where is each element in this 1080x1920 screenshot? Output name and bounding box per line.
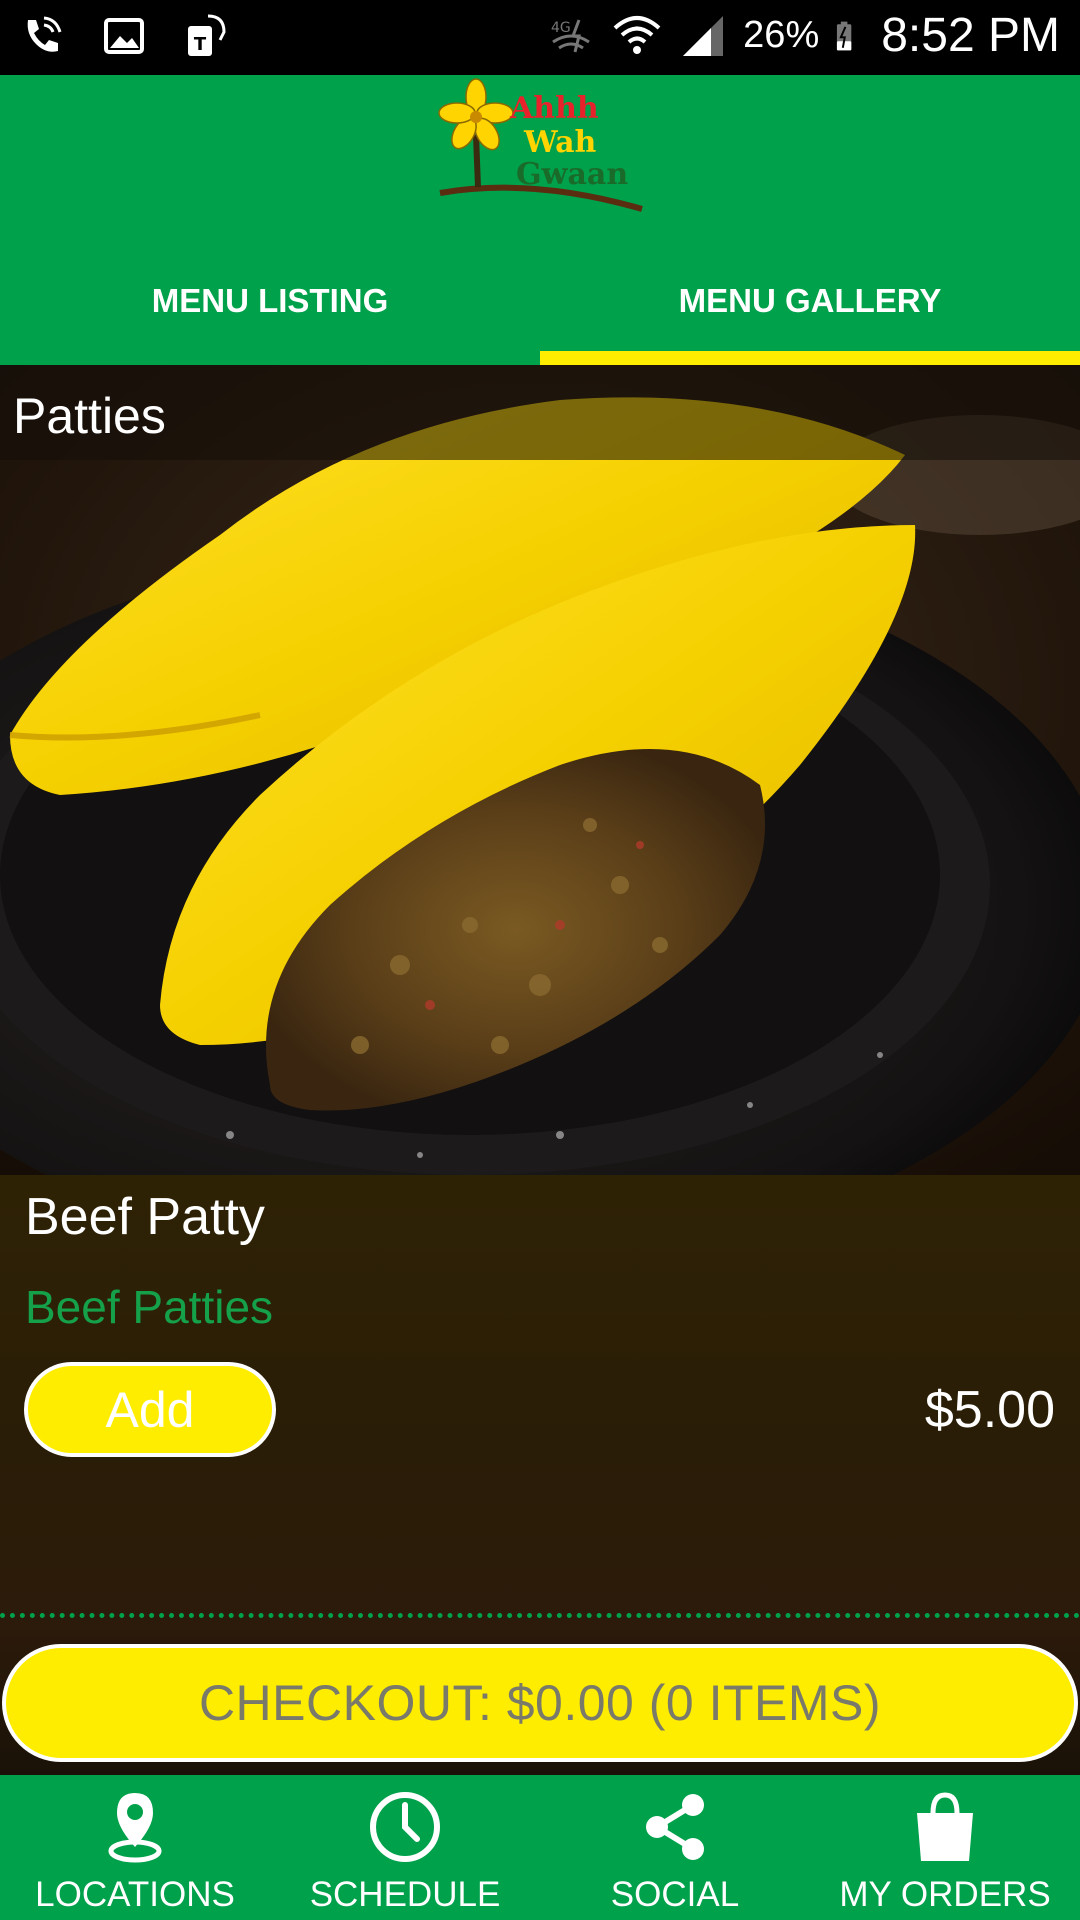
battery-percent: 26% — [743, 14, 820, 56]
nav-label-locations: LOCATIONS — [35, 1875, 235, 1914]
signal-icon — [683, 15, 724, 56]
app-header: Ahhh Wah Gwaan MENU LISTING MENU GALLERY — [0, 75, 1080, 365]
svg-text:T: T — [194, 34, 207, 55]
status-bar: T 4G 26% 8:52 PM — [0, 0, 1080, 75]
shopping-bag-icon — [917, 1792, 973, 1861]
logo-text-line-1: Ahhh — [510, 91, 599, 126]
item-price: $5.00 — [924, 1381, 1055, 1439]
share-icon — [646, 1794, 704, 1860]
nav-label-my-orders: MY ORDERS — [839, 1875, 1051, 1914]
wifi-icon — [613, 15, 661, 54]
checkout-button[interactable]: CHECKOUT: $0.00 (0 ITEMS) — [2, 1644, 1078, 1762]
lte-data-icon: 4G — [551, 18, 591, 52]
menu-item-photo — [0, 365, 1080, 1175]
nav-social[interactable]: SOCIAL — [540, 1775, 810, 1920]
menu-item-panel: Beef Patty Beef Patties Add $5.00 CHECKO… — [0, 1175, 1080, 1775]
category-title: Patties — [13, 388, 166, 444]
location-pin-icon — [108, 1793, 162, 1863]
brand-logo: Ahhh Wah Gwaan — [432, 75, 648, 215]
clock-time: 8:52 PM — [881, 9, 1060, 62]
tab-menu-gallery[interactable]: MENU GALLERY — [540, 250, 1080, 365]
bottom-navigation: LOCATIONS SCHEDULE SOCIAL MY ORDERS — [0, 1775, 1080, 1920]
phone-wifi-icon — [27, 16, 62, 52]
svg-text:4G: 4G — [551, 20, 571, 36]
nav-label-schedule: SCHEDULE — [309, 1875, 501, 1914]
beef-patty-image — [0, 365, 1080, 1175]
clock-icon — [370, 1792, 440, 1862]
item-description: Beef Patties — [25, 1281, 274, 1333]
item-name: Beef Patty — [25, 1188, 265, 1246]
add-to-order-button[interactable]: Add — [24, 1362, 276, 1457]
category-header: Patties — [0, 365, 1080, 460]
image-icon — [104, 18, 144, 54]
tag-icon: T — [188, 14, 226, 56]
nav-my-orders[interactable]: MY ORDERS — [810, 1775, 1080, 1920]
tab-menu-listing[interactable]: MENU LISTING — [0, 250, 540, 365]
logo-text-line-3: Gwaan — [516, 157, 629, 192]
nav-locations[interactable]: LOCATIONS — [0, 1775, 270, 1920]
menu-tabs: MENU LISTING MENU GALLERY — [0, 250, 1080, 365]
battery-icon — [837, 21, 852, 50]
nav-label-social: SOCIAL — [610, 1875, 740, 1914]
dotted-divider — [0, 1613, 1080, 1618]
logo-text-line-2: Wah — [524, 125, 597, 160]
nav-schedule[interactable]: SCHEDULE — [270, 1775, 540, 1920]
